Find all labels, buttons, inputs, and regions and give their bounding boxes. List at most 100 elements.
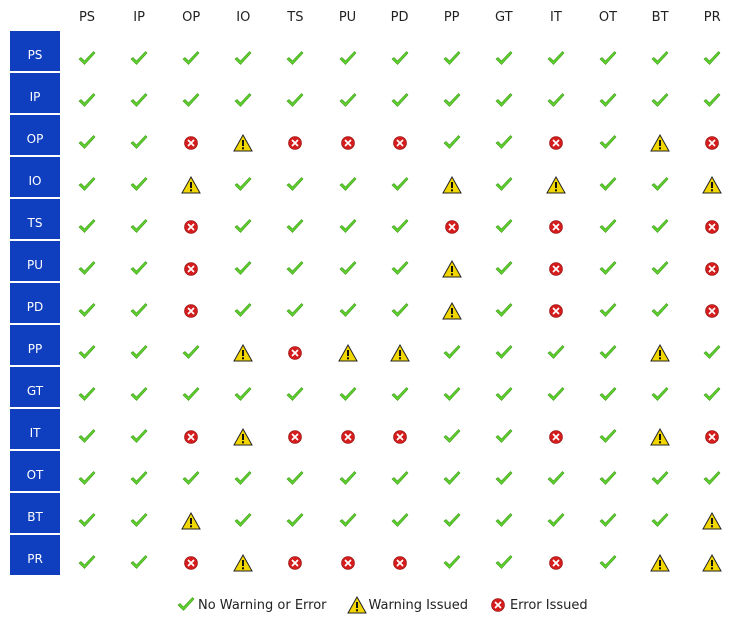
check-icon [598,470,618,488]
error-icon [390,134,410,152]
row-header-io: IO [10,157,60,197]
check-icon [285,176,305,194]
error-icon [546,218,566,236]
column-header-ot: OT [598,10,618,25]
check-icon [546,470,566,488]
check-icon [233,302,253,320]
column-header-ts: TS [287,10,304,25]
check-icon [442,386,462,404]
check-icon [338,512,358,530]
check-icon [390,512,410,530]
check-icon [181,386,201,404]
check-icon [442,554,462,572]
check-icon [442,428,462,446]
row-header-ot: OT [10,451,60,491]
check-icon [233,386,253,404]
check-icon [285,512,305,530]
check-icon [77,554,97,572]
check-icon [598,92,618,110]
check-icon [129,470,149,488]
error-icon [390,554,410,572]
check-icon [338,386,358,404]
check-icon [181,92,201,110]
check-icon [494,428,514,446]
check-icon [338,92,358,110]
check-icon [494,176,514,194]
warning-icon [650,554,670,572]
check-icon [598,176,618,194]
row-header-pp: PP [10,325,60,365]
column-header-pu: PU [338,10,357,25]
warning-icon [233,344,254,362]
check-icon [181,344,201,362]
check-icon [129,302,149,320]
legend-error: Error Issued [488,596,588,614]
check-icon [598,512,618,530]
warning-icon [650,428,670,446]
check-icon [598,50,618,68]
compatibility-matrix: PS IP OP IO TS PU PD PP GT IT OT BT PR PS IP OP IO TS PU PD… [0,0,743,590]
check-icon [77,386,97,404]
error-icon [181,218,201,236]
check-icon [390,302,410,320]
warning-icon [181,512,202,530]
warning-icon [233,428,254,446]
check-icon [598,218,618,236]
row-header-pr: PR [10,535,60,575]
error-icon [181,428,201,446]
check-icon [77,512,97,530]
check-icon [77,218,97,236]
check-icon [338,302,358,320]
check-icon [494,260,514,278]
warning-icon [337,344,358,362]
check-icon [390,386,410,404]
legend-error-label: Error Issued [509,597,588,613]
check-icon [77,176,97,194]
check-icon [494,218,514,236]
error-icon [285,428,305,446]
check-icon [233,512,253,530]
check-icon [442,470,462,488]
error-icon [702,260,722,278]
check-icon [442,134,462,152]
error-icon [546,554,566,572]
check-icon [546,512,566,530]
check-icon [390,260,410,278]
check-icon [702,50,722,68]
check-icon [650,176,670,194]
error-icon [702,134,722,152]
warning-icon [441,176,462,194]
row-header-it: IT [10,409,60,449]
column-header-op: OP [182,10,201,25]
error-icon [546,302,566,320]
check-icon [650,218,670,236]
warning-icon [181,176,202,194]
check-icon [442,512,462,530]
check-icon [338,176,358,194]
warning-icon [441,260,462,278]
check-icon [598,302,618,320]
check-icon [494,344,514,362]
check-icon [77,344,97,362]
warning-icon [702,512,723,530]
check-icon [285,50,305,68]
check-icon [702,386,722,404]
check-icon [390,92,410,110]
check-icon [77,260,97,278]
check-icon [546,344,566,362]
check-icon [650,50,670,68]
error-icon [546,134,566,152]
check-icon [546,92,566,110]
warning-icon [233,134,254,152]
check-icon [129,386,149,404]
check-icon [650,92,670,110]
check-icon [598,386,618,404]
row-header-op: OP [10,115,60,155]
warning-icon [650,344,670,362]
row-header-ps: PS [10,31,60,71]
check-icon [77,92,97,110]
check-icon [129,554,149,572]
check-icon [442,92,462,110]
error-icon [546,260,566,278]
error-icon [702,302,722,320]
